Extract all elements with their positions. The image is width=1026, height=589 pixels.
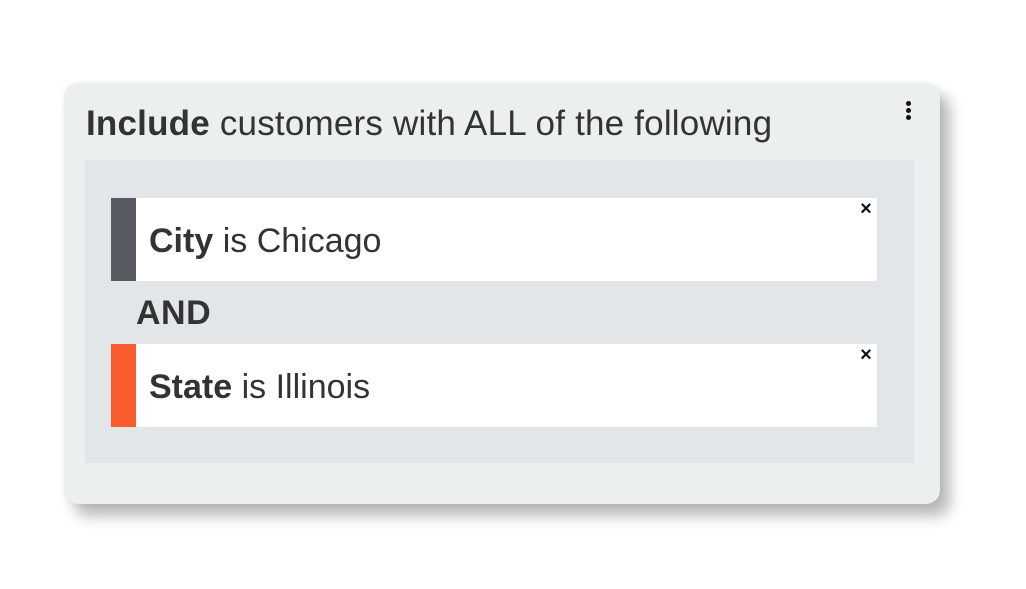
condition-group: City is Chicago × AND State is Illinois … <box>85 160 914 463</box>
condition-card-state[interactable]: State is Illinois × <box>111 344 877 427</box>
more-options-button[interactable] <box>898 98 918 122</box>
rule-action-label: Include <box>86 104 210 143</box>
vertical-ellipsis-icon <box>905 107 911 113</box>
logical-operator: AND <box>136 294 212 332</box>
condition-color-stripe <box>111 198 136 281</box>
condition-text: City is Chicago <box>149 221 381 261</box>
vertical-ellipsis-icon <box>905 100 911 106</box>
condition-color-stripe <box>111 344 136 427</box>
condition-card-city[interactable]: City is Chicago × <box>111 198 877 281</box>
rule-heading: Include customers with ALL of the follow… <box>86 103 772 145</box>
condition-text: State is Illinois <box>149 367 370 407</box>
condition-operator: is <box>222 222 248 260</box>
condition-value: Chicago <box>256 222 382 260</box>
condition-field: City <box>149 222 214 260</box>
rule-description: customers with ALL of the following <box>219 104 773 143</box>
condition-operator: is <box>241 368 267 406</box>
condition-field: State <box>149 368 233 406</box>
segment-rule-card: Include customers with ALL of the follow… <box>64 83 940 504</box>
remove-condition-button[interactable]: × <box>857 199 875 219</box>
vertical-ellipsis-icon <box>905 114 911 120</box>
remove-condition-button[interactable]: × <box>857 345 875 365</box>
condition-value: Illinois <box>275 368 371 406</box>
